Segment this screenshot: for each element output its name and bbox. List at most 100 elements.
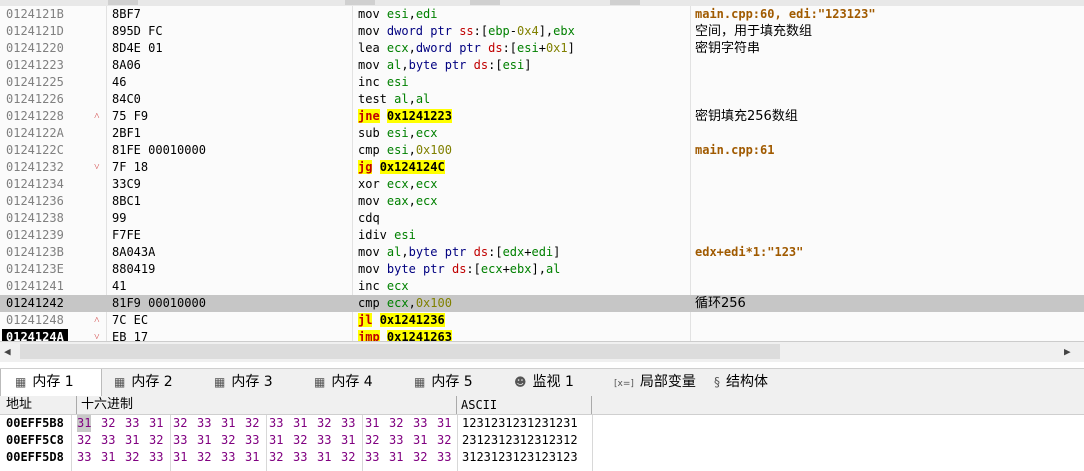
hex-byte[interactable]: 31	[437, 415, 451, 432]
instruction-bytes: 8A06	[112, 58, 141, 72]
hex-byte[interactable]: 31	[149, 415, 163, 432]
hex-byte[interactable]: 33	[437, 449, 451, 466]
instruction-bytes: 99	[112, 211, 127, 225]
hex-byte[interactable]: 31	[221, 415, 235, 432]
hex-byte[interactable]: 32	[317, 415, 331, 432]
hex-byte[interactable]: 33	[245, 432, 259, 449]
disasm-row[interactable]: 0124121D 895D FC mov dword ptr ss:[ebp-0x4…	[0, 23, 1084, 40]
hex-byte[interactable]: 32	[389, 415, 403, 432]
hex-byte[interactable]: 33	[149, 449, 163, 466]
hex-byte[interactable]: 33	[317, 432, 331, 449]
hex-byte[interactable]: 33	[269, 415, 283, 432]
disasm-row[interactable]: 01241225 46 inc esi	[0, 74, 1084, 91]
ascii-text[interactable]: 2312312312312312	[462, 432, 578, 449]
hex-byte[interactable]: 32	[77, 432, 91, 449]
hex-byte[interactable]: 31	[77, 415, 92, 432]
tab-6[interactable]: ☻ 监视 1	[500, 369, 600, 396]
instruction-bytes: 46	[112, 75, 127, 89]
hex-byte[interactable]: 31	[101, 449, 115, 466]
hex-byte[interactable]: 32	[245, 415, 259, 432]
disasm-row[interactable]: 01241236 8BC1 mov eax,ecx	[0, 193, 1084, 210]
disasm-row[interactable]: 0124124A ˅ EB 17 jmp 0x1241263	[0, 329, 1084, 341]
hex-byte[interactable]: 33	[341, 415, 355, 432]
hex-byte[interactable]: 32	[149, 432, 163, 449]
memory-row[interactable]: 00EFF5B8 31 32 33 31 32 33 31 32 33 31 32 33 31 32 33 31…	[0, 415, 1084, 432]
disasm-row[interactable]: 0124123E 880419 mov byte ptr ds:[ecx+ebx],…	[0, 261, 1084, 278]
hex-byte[interactable]: 33	[197, 415, 211, 432]
tab-2[interactable]: ▦ 内存 2	[100, 369, 200, 396]
hex-byte[interactable]: 33	[101, 432, 115, 449]
tab-5[interactable]: ▦ 内存 5	[400, 369, 500, 396]
hex-byte[interactable]: 32	[269, 449, 283, 466]
toolbar-button-fragment[interactable]	[345, 0, 375, 5]
hex-byte[interactable]: 31	[293, 415, 307, 432]
tab-7[interactable]: [x=] 局部变量	[600, 369, 700, 396]
hex-byte[interactable]: 31	[413, 432, 427, 449]
hex-byte[interactable]: 33	[173, 432, 187, 449]
scrollbar-thumb[interactable]	[20, 344, 780, 359]
hex-byte[interactable]: 32	[341, 449, 355, 466]
memory-row[interactable]: 00EFF5C8 32 33 31 32 33 31 32 33 31 32 33 31 32 33 31 32…	[0, 432, 1084, 449]
hex-byte[interactable]: 32	[173, 415, 187, 432]
hex-byte[interactable]: 33	[125, 415, 139, 432]
toolbar-button-fragment[interactable]	[470, 0, 500, 5]
instruction-text: jmp 0x1241263	[358, 329, 452, 341]
disasm-row[interactable]: 01241238 99 cdq	[0, 210, 1084, 227]
hex-byte[interactable]: 32	[221, 432, 235, 449]
disasm-row[interactable]: 01241234 33C9 xor ecx,ecx	[0, 176, 1084, 193]
instruction-bytes: 2BF1	[112, 126, 141, 140]
hex-byte[interactable]: 32	[413, 449, 427, 466]
disasm-row[interactable]: 01241242 81F9 00010000 cmp ecx,0x100 循环256	[0, 295, 1084, 312]
hex-byte[interactable]: 31	[389, 449, 403, 466]
hex-byte[interactable]: 31	[173, 449, 187, 466]
toolbar-button-fragment[interactable]	[108, 0, 138, 5]
hex-byte[interactable]: 31	[365, 415, 379, 432]
horizontal-scrollbar[interactable]: ◀ ▶	[0, 341, 1084, 362]
scroll-left-arrow-icon[interactable]: ◀	[4, 345, 16, 359]
scroll-right-arrow-icon[interactable]: ▶	[1064, 345, 1076, 359]
disasm-row[interactable]: 01241239 F7FE idiv esi	[0, 227, 1084, 244]
hex-byte[interactable]: 32	[293, 432, 307, 449]
disasm-row[interactable]: 01241228 ˄ 75 F9 jne 0x1241223 密钥填充256数组	[0, 108, 1084, 125]
toolbar-button-fragment[interactable]	[610, 0, 640, 5]
hex-byte[interactable]: 32	[437, 432, 451, 449]
hex-byte[interactable]: 32	[125, 449, 139, 466]
instruction-comment: 空间，用于填充数组	[695, 24, 813, 39]
disassembly-view[interactable]: 0124121B 8BF7 mov esi,edi main.cpp:60, edi:…	[0, 6, 1084, 341]
disasm-row[interactable]: 01241220 8D4E 01 lea ecx,dword ptr ds:[esi…	[0, 40, 1084, 57]
hex-byte[interactable]: 31	[125, 432, 139, 449]
hex-byte[interactable]: 33	[365, 449, 379, 466]
hex-byte[interactable]: 33	[221, 449, 235, 466]
hex-byte[interactable]: 31	[245, 449, 259, 466]
tab-1[interactable]: ▦ 内存 1	[0, 369, 102, 396]
hex-byte[interactable]: 31	[317, 449, 331, 466]
disasm-row[interactable]: 01241223 8A06 mov al,byte ptr ds:[esi]	[0, 57, 1084, 74]
disasm-row[interactable]: 01241248 ˄ 7C EC jl 0x1241236	[0, 312, 1084, 329]
hex-byte[interactable]: 33	[293, 449, 307, 466]
disasm-row[interactable]: 01241241 41 inc ecx	[0, 278, 1084, 295]
disasm-row[interactable]: 0124123B 8A043A mov al,byte ptr ds:[edx+ed…	[0, 244, 1084, 261]
disasm-row[interactable]: 01241232 ˅ 7F 18 jg 0x124124C	[0, 159, 1084, 176]
hex-byte[interactable]: 33	[413, 415, 427, 432]
hex-byte[interactable]: 31	[269, 432, 283, 449]
tab-3[interactable]: ▦ 内存 3	[200, 369, 300, 396]
hex-byte[interactable]: 32	[101, 415, 115, 432]
hex-byte[interactable]: 31	[197, 432, 211, 449]
ascii-text[interactable]: 1231231231231231	[462, 415, 578, 432]
instruction-text: idiv esi	[358, 228, 416, 242]
disasm-row[interactable]: 0124122A 2BF1 sub esi,ecx	[0, 125, 1084, 142]
disasm-row[interactable]: 0124122C 81FE 00010000 cmp esi,0x100 main.c…	[0, 142, 1084, 159]
hex-byte[interactable]: 31	[341, 432, 355, 449]
hex-byte[interactable]: 33	[389, 432, 403, 449]
hex-byte[interactable]: 32	[197, 449, 211, 466]
tab-8[interactable]: § 结构体	[700, 369, 800, 396]
ascii-text[interactable]: 3123123123123123	[462, 449, 578, 466]
disasm-row[interactable]: 0124121B 8BF7 mov esi,edi main.cpp:60, edi:…	[0, 6, 1084, 23]
memory-row[interactable]: 00EFF5D8 33 31 32 33 31 32 33 31 32 33 31 32 33 31 32 33…	[0, 449, 1084, 466]
disasm-row[interactable]: 01241226 84C0 test al,al	[0, 91, 1084, 108]
hex-byte[interactable]: 33	[77, 449, 91, 466]
hex-byte[interactable]: 32	[365, 432, 379, 449]
jump-down-arrow-icon: ˅	[94, 332, 100, 341]
tab-4[interactable]: ▦ 内存 4	[300, 369, 400, 396]
memory-dump[interactable]: 00EFF5B8 31 32 33 31 32 33 31 32 33 31 32 33 31 32 33 31…	[0, 415, 1084, 471]
